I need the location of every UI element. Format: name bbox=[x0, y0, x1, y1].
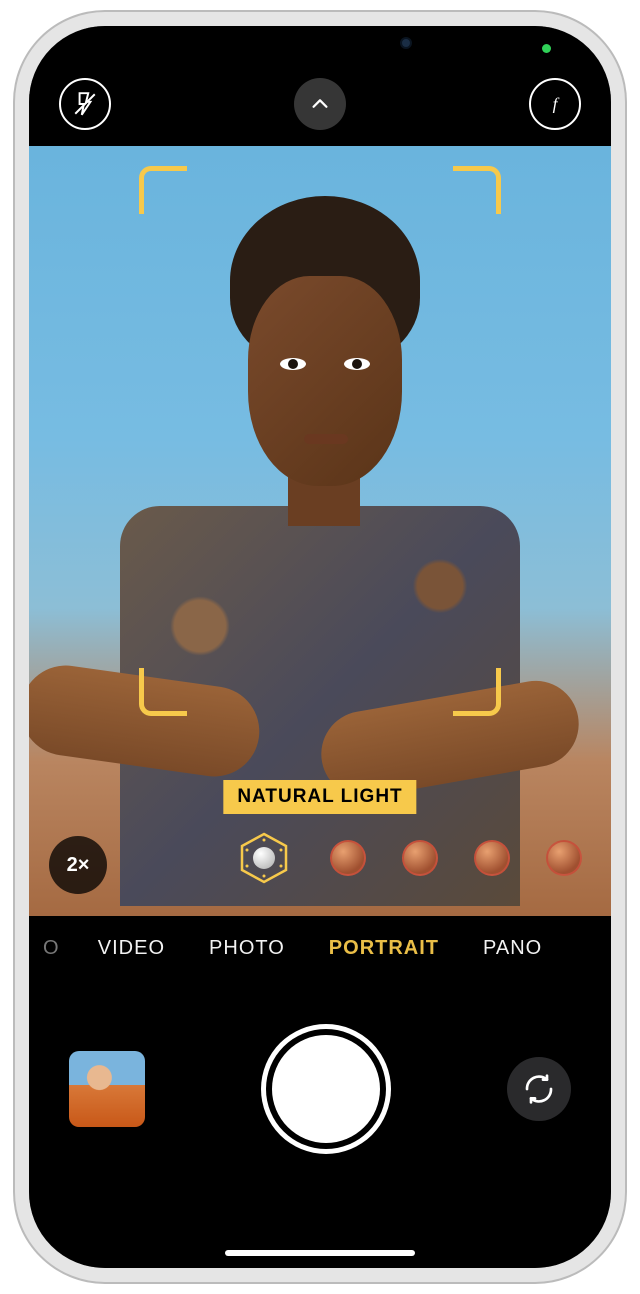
camera-modes-row[interactable]: O VIDEO PHOTO PORTRAIT PANO bbox=[29, 916, 611, 970]
lighting-option-natural[interactable] bbox=[238, 832, 290, 884]
focus-bracket-bl bbox=[139, 668, 187, 716]
focus-bracket-tl bbox=[139, 166, 187, 214]
expand-controls-button[interactable] bbox=[294, 78, 346, 130]
lighting-option-stage-mono[interactable] bbox=[546, 840, 582, 876]
bottom-control-bar bbox=[29, 970, 611, 1268]
device-notch bbox=[200, 26, 440, 60]
mode-pano[interactable]: PANO bbox=[483, 937, 542, 960]
lighting-mode-label: NATURAL LIGHT bbox=[223, 780, 416, 814]
last-photo-thumbnail[interactable] bbox=[69, 1051, 145, 1127]
camera-active-indicator bbox=[542, 44, 551, 53]
flash-off-icon bbox=[72, 91, 98, 117]
f-depth-icon: f bbox=[542, 91, 568, 117]
focus-bracket-br bbox=[453, 668, 501, 716]
mode-portrait[interactable]: PORTRAIT bbox=[329, 937, 439, 960]
depth-control-button[interactable]: f bbox=[529, 78, 581, 130]
chevron-up-icon bbox=[309, 93, 331, 115]
zoom-level-label: 2× bbox=[67, 854, 90, 877]
flash-toggle-button[interactable] bbox=[59, 78, 111, 130]
shutter-button[interactable] bbox=[272, 1035, 380, 1143]
camera-flip-button[interactable] bbox=[507, 1057, 571, 1121]
lighting-option-stage[interactable] bbox=[474, 840, 510, 876]
mode-video[interactable]: VIDEO bbox=[98, 937, 165, 960]
mode-edge-hint: O bbox=[43, 937, 60, 960]
mode-photo[interactable]: PHOTO bbox=[209, 937, 285, 960]
lighting-option-contour[interactable] bbox=[402, 840, 438, 876]
zoom-level-button[interactable]: 2× bbox=[49, 836, 107, 894]
lighting-options-carousel[interactable] bbox=[29, 832, 611, 884]
focus-bracket-tr bbox=[453, 166, 501, 214]
home-indicator[interactable] bbox=[225, 1250, 415, 1256]
camera-app-screen: f NATURAL LIGHT bbox=[29, 26, 611, 1268]
front-camera-lens bbox=[400, 37, 412, 49]
camera-flip-icon bbox=[523, 1073, 555, 1105]
iphone-device-frame: f NATURAL LIGHT bbox=[15, 12, 625, 1282]
lighting-option-studio[interactable] bbox=[330, 840, 366, 876]
camera-viewfinder[interactable]: NATURAL LIGHT 2× bbox=[29, 146, 611, 916]
svg-text:f: f bbox=[553, 94, 560, 113]
